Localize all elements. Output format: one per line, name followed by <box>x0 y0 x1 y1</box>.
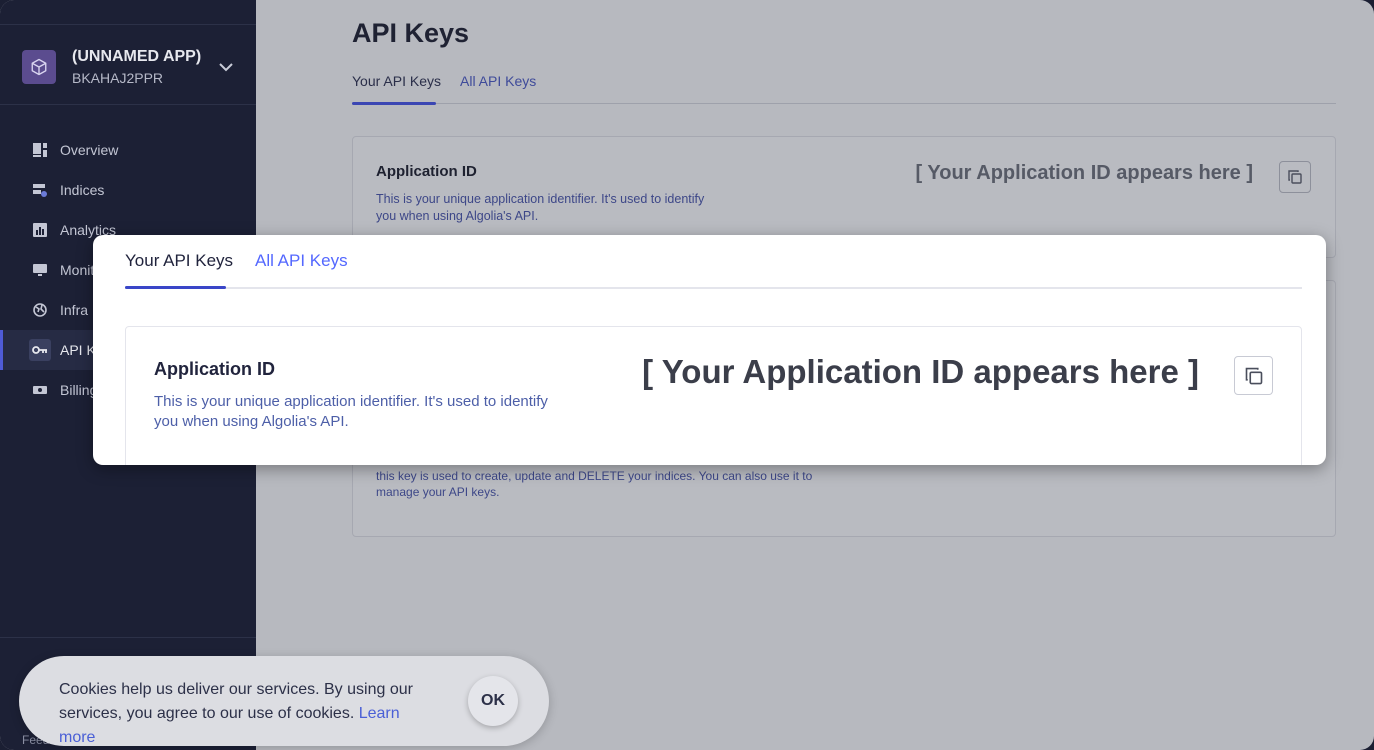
application-id-label: Application ID <box>376 163 477 180</box>
admin-key-description: this key is used to create, update and D… <box>376 469 813 499</box>
billing-icon <box>32 382 48 398</box>
active-tab-indicator <box>352 102 436 105</box>
sidebar-item-label: Indices <box>60 182 105 198</box>
sidebar-item-label: Monit <box>60 262 95 278</box>
globe-icon <box>32 302 48 318</box>
sidebar-item-label: Billing <box>60 382 98 398</box>
sidebar-top-divider <box>0 24 256 25</box>
app-switcher[interactable]: (UNNAMED APP) BKAHAJ2PPR <box>22 40 236 94</box>
sidebar-item-indices[interactable]: Indices <box>0 170 256 210</box>
cookie-ok-button[interactable]: OK <box>468 676 518 726</box>
analytics-icon <box>32 222 48 238</box>
app-id: BKAHAJ2PPR <box>72 70 164 86</box>
cookie-text: Cookies help us deliver our services. By… <box>59 678 439 750</box>
tab-all-api-keys[interactable]: All API Keys <box>460 73 536 89</box>
sidebar-bottom-divider <box>0 637 256 638</box>
cube-icon <box>22 50 56 84</box>
app-window: (UNNAMED APP) BKAHAJ2PPR Overview Indice… <box>0 0 1374 750</box>
zoom-tab-your-api-keys[interactable]: Your API Keys <box>125 251 233 271</box>
sidebar-item-label: Infra <box>60 302 89 318</box>
chevron-down-icon[interactable] <box>216 57 236 77</box>
application-id-value: [ Your Application ID appears here ] <box>915 162 1253 184</box>
copy-icon[interactable] <box>1234 356 1273 395</box>
app-name: (UNNAMED APP) <box>72 48 202 65</box>
sidebar-item-overview[interactable]: Overview <box>0 130 256 170</box>
zoom-tab-bar: Your API Keys All API Keys <box>125 251 1302 289</box>
indices-icon <box>32 182 48 198</box>
page-title: API Keys <box>352 18 470 48</box>
cookie-banner: Cookies help us deliver our services. By… <box>19 656 549 746</box>
zoom-application-id-value: [ Your Application ID appears here ] <box>642 353 1199 390</box>
zoom-application-id-label: Application ID <box>154 359 275 379</box>
copy-icon[interactable] <box>1279 161 1311 193</box>
zoom-callout: Your API Keys All API Keys Application I… <box>93 235 1326 465</box>
dashboard-icon <box>32 142 48 158</box>
zoom-active-tab-indicator <box>125 286 226 289</box>
key-icon <box>29 339 51 361</box>
sidebar-item-label: Overview <box>60 142 119 158</box>
monitor-icon <box>32 262 48 278</box>
tab-bar: Your API Keys All API Keys <box>352 70 1336 105</box>
sidebar-divider <box>0 104 256 105</box>
zoom-tab-all-api-keys[interactable]: All API Keys <box>255 251 348 271</box>
zoom-application-id-card: Application ID This is your unique appli… <box>125 326 1302 465</box>
app-info: (UNNAMED APP) BKAHAJ2PPR <box>72 48 216 86</box>
application-id-description: This is your unique application identifi… <box>376 192 705 223</box>
sidebar-item-label: API K <box>60 342 96 358</box>
zoom-application-id-description: This is your unique application identifi… <box>154 393 548 430</box>
tab-your-api-keys[interactable]: Your API Keys <box>352 73 441 89</box>
